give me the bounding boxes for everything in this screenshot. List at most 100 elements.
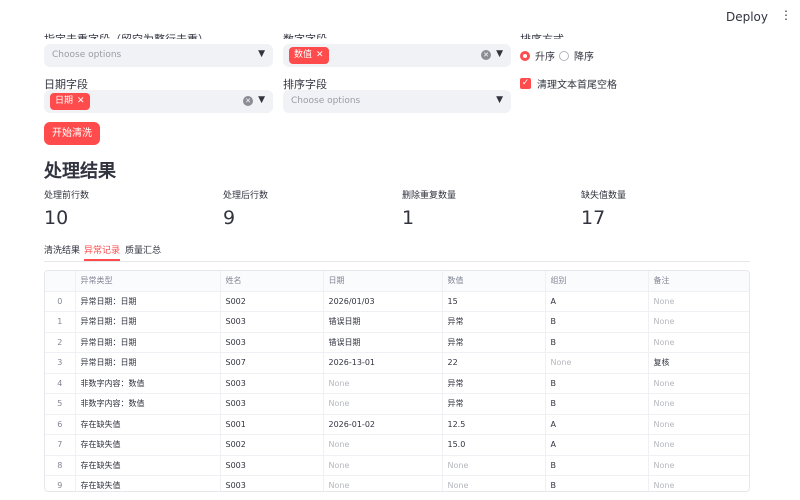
- table-cell: None: [648, 434, 749, 456]
- table-cell: None: [442, 455, 546, 476]
- column-header[interactable]: 数值: [442, 271, 546, 292]
- tab-anomaly-records[interactable]: 异常记录: [84, 243, 121, 261]
- table-row[interactable]: 5 非数字内容：数值 S003 None 异常 B None: [45, 393, 749, 415]
- radio-descending[interactable]: 降序: [559, 48, 594, 63]
- table-cell: A: [545, 414, 649, 435]
- table-cell: 2026-01-02: [323, 414, 443, 435]
- table-row[interactable]: 4 非数字内容：数值 S003 None 异常 B None: [45, 373, 749, 394]
- table-cell: 异常: [442, 393, 546, 415]
- metric-label: 删除重复数量: [402, 191, 457, 201]
- table-cell: 12.5: [442, 414, 546, 435]
- table-cell: None: [648, 414, 749, 435]
- date-fields-select[interactable]: 日期 ✕ ✕ ▼: [44, 90, 273, 113]
- table-row[interactable]: 2 异常日期：日期 S003 错误日期 异常 B None: [45, 332, 749, 353]
- table-cell: B: [545, 332, 649, 353]
- dedupe-fields-label: 指定去重字段（留空为整行去重）: [44, 29, 274, 39]
- chevron-down-icon: ▼: [258, 95, 265, 105]
- chevron-down-icon: ▼: [496, 49, 503, 59]
- column-header[interactable]: 备注: [648, 271, 749, 292]
- clear-all-icon[interactable]: ✕: [243, 96, 253, 106]
- column-header[interactable]: 日期: [323, 271, 443, 292]
- row-index: 6: [45, 414, 76, 435]
- table-cell: S003: [220, 332, 324, 353]
- metric-label: 缺失值数量: [581, 191, 627, 201]
- table-cell: S002: [220, 434, 324, 456]
- metric-missing-values: 缺失值数量 17: [581, 188, 626, 229]
- table-cell: S001: [220, 414, 324, 435]
- table-row[interactable]: 6 存在缺失值 S001 2026-01-02 12.5 A None: [45, 414, 749, 435]
- column-header[interactable]: 组别: [545, 271, 649, 292]
- table-cell: None: [648, 332, 749, 353]
- table-row[interactable]: 0 异常日期：日期 S002 2026/01/03 15 A None: [45, 291, 749, 312]
- table-cell: A: [545, 291, 649, 312]
- table-row[interactable]: 7 存在缺失值 S002 None 15.0 A None: [45, 434, 749, 456]
- table-row[interactable]: 9 存在缺失值 S003 None None B None: [45, 475, 749, 491]
- radio-ascending-label: 升序: [535, 52, 555, 63]
- metric-label: 处理前行数: [44, 191, 90, 201]
- metric-rows-before: 处理前行数 10: [44, 188, 89, 229]
- table-cell: B: [545, 475, 649, 491]
- numeric-tag-label: 数值: [294, 50, 313, 60]
- table-cell: 异常日期：日期: [75, 352, 221, 374]
- trim-whitespace-checkbox[interactable]: ✓ 清理文本首尾空格: [520, 76, 617, 91]
- table-cell: None: [323, 475, 443, 491]
- table-cell: None: [648, 475, 749, 491]
- table-cell: None: [648, 373, 749, 394]
- table-cell: 异常日期：日期: [75, 311, 221, 333]
- table-cell: None: [545, 352, 649, 374]
- metric-duplicates-removed: 删除重复数量 1: [402, 188, 456, 229]
- table-row[interactable]: 1 异常日期：日期 S003 错误日期 异常 B None: [45, 311, 749, 333]
- table-row[interactable]: 8 存在缺失值 S003 None None B None: [45, 455, 749, 476]
- sort-field-select[interactable]: Choose options ▼: [283, 90, 511, 113]
- dedupe-fields-select[interactable]: Choose options ▼: [44, 44, 273, 67]
- table-cell: None: [648, 393, 749, 415]
- table-cell: 2026-13-01: [323, 352, 443, 374]
- sort-field-placeholder: Choose options: [291, 96, 361, 106]
- table-cell: 15.0: [442, 434, 546, 456]
- main-menu-icon[interactable]: ⋮: [780, 9, 792, 21]
- start-cleaning-button[interactable]: 开始清洗: [44, 122, 100, 145]
- table-cell: A: [545, 434, 649, 456]
- row-index: 0: [45, 291, 76, 312]
- row-index: 1: [45, 311, 76, 333]
- column-header[interactable]: 姓名: [220, 271, 324, 292]
- table-cell: 错误日期: [323, 311, 443, 333]
- table-cell: B: [545, 373, 649, 394]
- tab-quality-summary[interactable]: 质量汇总: [125, 243, 161, 256]
- table-cell: S003: [220, 455, 324, 476]
- table-cell: S007: [220, 352, 324, 374]
- numeric-fields-label: 数字字段: [283, 29, 511, 39]
- metric-label: 处理后行数: [223, 191, 269, 201]
- table-cell: 非数字内容：数值: [75, 393, 221, 415]
- column-header[interactable]: 异常类型: [75, 271, 221, 292]
- table-cell: 异常日期：日期: [75, 332, 221, 353]
- numeric-fields-select[interactable]: 数值 ✕ ✕ ▼: [283, 44, 511, 67]
- checkmark-icon: ✓: [520, 78, 531, 89]
- metric-rows-after: 处理后行数 9: [223, 188, 268, 229]
- radio-ascending[interactable]: 升序: [520, 48, 555, 63]
- table-cell: 存在缺失值: [75, 434, 221, 456]
- row-index: 2: [45, 332, 76, 353]
- sort-method-label: 排序方式: [520, 29, 640, 39]
- table-cell: B: [545, 455, 649, 476]
- row-index: 3: [45, 352, 76, 374]
- tab-cleaned-results[interactable]: 清洗结果: [44, 243, 80, 256]
- date-tag-label: 日期: [55, 96, 74, 106]
- row-index: 4: [45, 373, 76, 394]
- table-cell: None: [323, 393, 443, 415]
- anomaly-table[interactable]: 异常类型 姓名 日期 数值 组别 备注 0 异常日期：日期 S002 2026/01/03 15 A…: [44, 270, 750, 492]
- numeric-field-tag: 数值 ✕: [289, 47, 329, 64]
- column-header[interactable]: [45, 271, 76, 292]
- dedupe-fields-placeholder: Choose options: [52, 50, 122, 60]
- clear-all-icon[interactable]: ✕: [481, 50, 491, 60]
- metric-value: 10: [44, 207, 69, 229]
- table-cell: S003: [220, 373, 324, 394]
- row-index: 7: [45, 434, 76, 456]
- remove-tag-icon[interactable]: ✕: [316, 50, 324, 60]
- deploy-button[interactable]: Deploy: [726, 10, 768, 24]
- table-row[interactable]: 3 异常日期：日期 S007 2026-13-01 22 None 复核: [45, 352, 749, 374]
- table-cell: 错误日期: [323, 332, 443, 353]
- table-cell: None: [648, 311, 749, 333]
- chevron-down-icon: ▼: [258, 49, 265, 59]
- remove-tag-icon[interactable]: ✕: [77, 96, 85, 106]
